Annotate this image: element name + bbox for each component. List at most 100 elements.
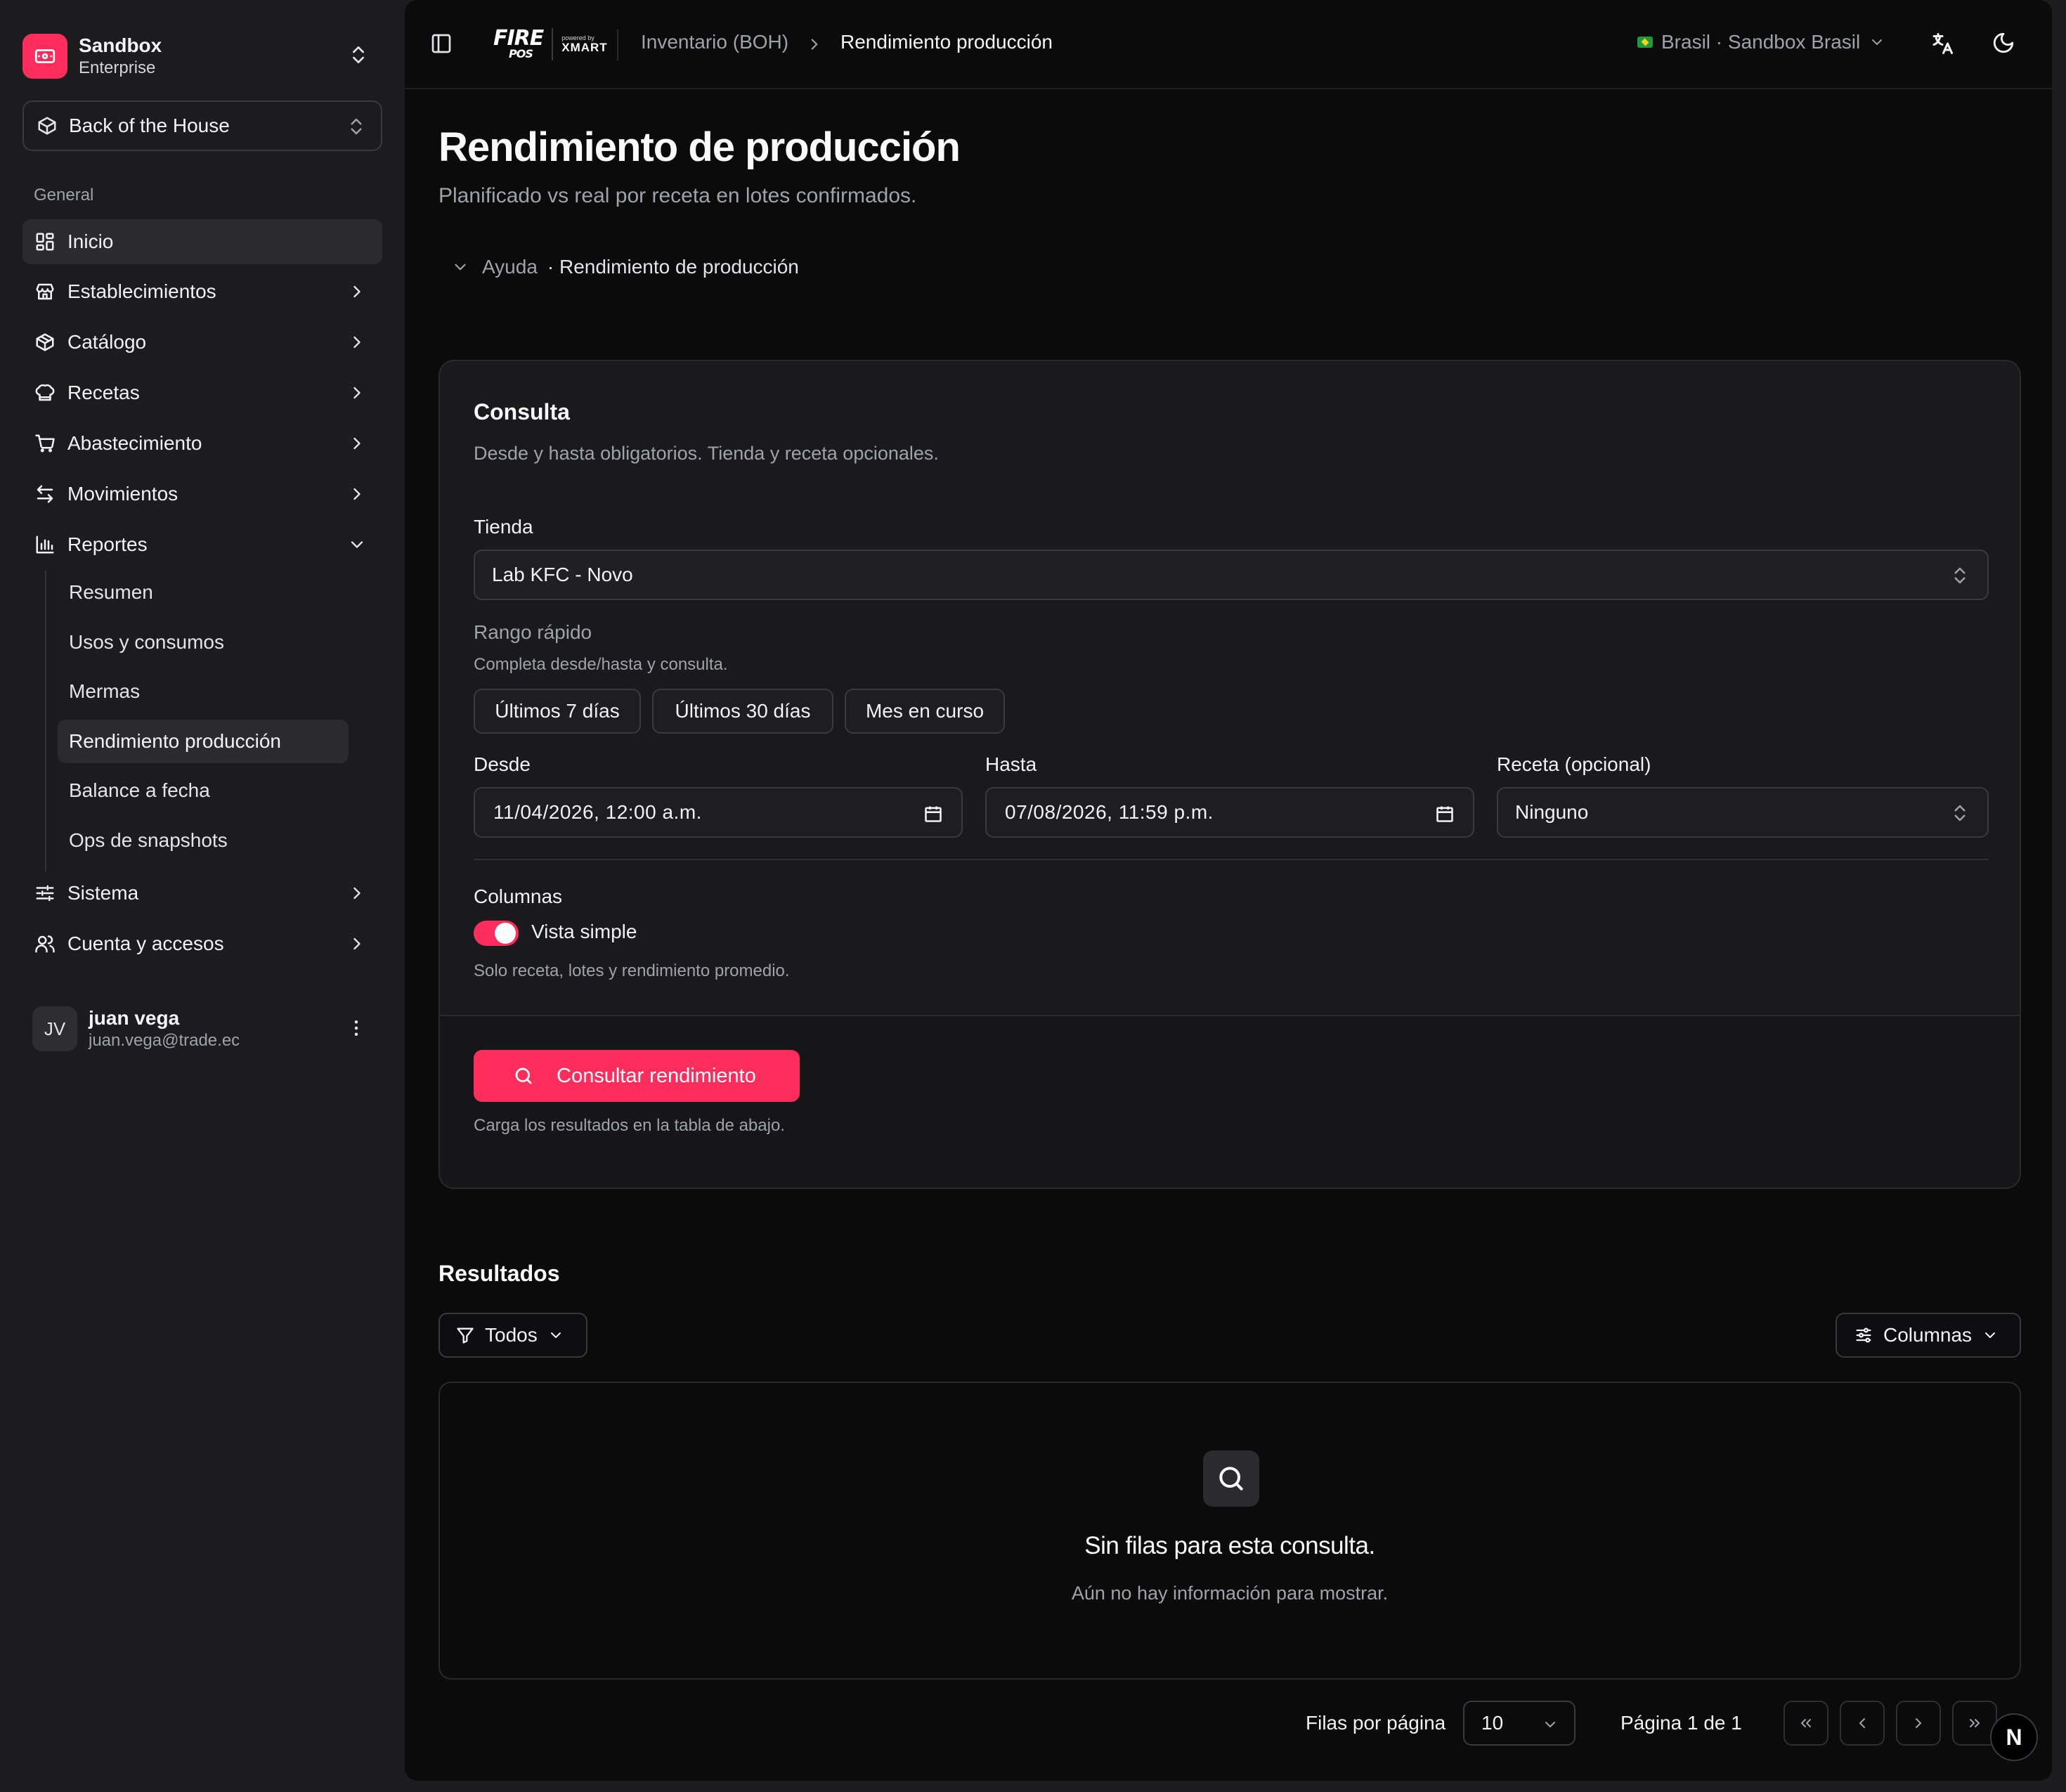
users-icon [34, 933, 56, 955]
first-page-button[interactable] [1784, 1701, 1828, 1746]
results-empty-state: Sin filas para esta consulta. Aún no hay… [438, 1382, 2021, 1680]
sidebar-item-inicio[interactable]: Inicio [22, 219, 382, 264]
submit-query-button[interactable]: Consultar rendimiento [474, 1050, 800, 1102]
brazil-flag-icon [1637, 37, 1653, 48]
chevron-right-icon [347, 934, 367, 954]
range-chip-current-month[interactable]: Mes en curso [845, 689, 1005, 734]
sidebar-item-movimientos[interactable]: Movimientos [22, 472, 382, 517]
calendar-icon[interactable] [1435, 804, 1455, 824]
sidebar-subitem-usos-consumos[interactable]: Usos y consumos [58, 621, 349, 664]
search-icon [1203, 1450, 1259, 1507]
next-page-button[interactable] [1896, 1701, 1941, 1746]
chevron-right-icon [1910, 1715, 1927, 1732]
filter-label: Todos [485, 1324, 538, 1346]
sidebar-subitem-ops-snapshots[interactable]: Ops de snapshots [58, 819, 349, 862]
query-card: Consulta Desde y hasta obligatorios. Tie… [438, 360, 2021, 1189]
empty-subtitle: Aún no hay información para mostrar. [1071, 1583, 1389, 1604]
page-info: Página 1 de 1 [1620, 1712, 1742, 1734]
results-title: Resultados [438, 1261, 560, 1286]
sidebar-item-label: Catálogo [67, 331, 147, 353]
store-select[interactable]: Lab KFC - Novo [474, 550, 1989, 600]
chevron-down-icon [1982, 1327, 1999, 1344]
dev-tools-badge[interactable]: N [1990, 1713, 2038, 1761]
to-date-value: 07/08/2026, 11:59 p.m. [1005, 801, 1214, 823]
simple-view-toggle[interactable] [474, 921, 519, 946]
sidebar-item-establecimientos[interactable]: Establecimientos [22, 269, 382, 314]
quick-range-hint: Completa desde/hasta y consulta. [474, 655, 728, 674]
sidebar-item-cuenta-accesos[interactable]: Cuenta y accesos [22, 921, 382, 966]
org-switcher[interactable]: Sandbox Enterprise [22, 28, 381, 84]
card-divider [474, 859, 1989, 860]
to-label: Hasta [985, 753, 1037, 775]
chevron-left-icon [1854, 1715, 1871, 1732]
chevron-right-icon [347, 332, 367, 352]
chevrons-up-down-icon [346, 116, 367, 137]
page-subtitle: Planificado vs real por receta en lotes … [438, 184, 917, 207]
sidebar-subitem-mermas[interactable]: Mermas [58, 670, 349, 713]
breadcrumb-parent[interactable]: Inventario (BOH) [641, 31, 788, 53]
from-date-input[interactable]: 11/04/2026, 12:00 a.m. [474, 787, 963, 838]
brand-logo: FIRE POS powered by XMART [493, 21, 608, 67]
sidebar-item-label: Establecimientos [67, 280, 216, 302]
help-toggle[interactable]: Ayuda · Rendimiento de producción [451, 256, 799, 278]
sidebar-item-label: Inicio [67, 231, 114, 252]
chevrons-up-down-icon [1949, 803, 1970, 824]
sidebar-item-sistema[interactable]: Sistema [22, 871, 382, 916]
search-icon [513, 1065, 534, 1086]
sidebar-item-label: Sistema [67, 882, 139, 904]
to-date-input[interactable]: 07/08/2026, 11:59 p.m. [985, 787, 1474, 838]
empty-title: Sin filas para esta consulta. [1084, 1532, 1375, 1559]
org-name: Sandbox [79, 34, 162, 56]
translate-icon[interactable] [1930, 31, 1955, 56]
range-chip-7-days[interactable]: Últimos 7 días [474, 689, 641, 734]
topbar: FIRE POS powered by XMART Inventario (BO… [405, 0, 2052, 89]
cart-icon [34, 432, 56, 455]
range-chip-30-days[interactable]: Últimos 30 días [652, 689, 833, 734]
user-menu[interactable]: JV juan vega juan.vega@trade.ec [22, 1002, 382, 1056]
chevron-right-icon [805, 35, 824, 53]
columns-button-label: Columnas [1883, 1324, 1973, 1346]
sidebar-item-reportes[interactable]: Reportes [22, 522, 382, 567]
from-label: Desde [474, 753, 531, 775]
module-select[interactable]: Back of the House [22, 100, 382, 151]
recipe-select-value: Ninguno [1515, 801, 1589, 823]
chevron-down-icon [451, 258, 469, 276]
sidebar-item-recetas[interactable]: Recetas [22, 370, 382, 415]
moon-icon[interactable] [1992, 31, 2015, 55]
sidebar: Sandbox Enterprise Back of the House Gen… [0, 0, 405, 1792]
chef-hat-icon [34, 382, 56, 404]
rows-per-page-label: Filas por página [1306, 1712, 1446, 1734]
sidebar-item-abastecimiento[interactable]: Abastecimiento [22, 421, 382, 466]
chevron-down-icon [547, 1327, 564, 1344]
from-date-value: 11/04/2026, 12:00 a.m. [493, 801, 702, 823]
store-label: Tienda [474, 516, 533, 538]
brand-partner: XMART [561, 41, 608, 54]
region-selector[interactable]: Brasil · Sandbox Brasil [1637, 31, 1885, 53]
chevrons-up-down-icon [347, 44, 370, 66]
query-card-footer: Consultar rendimiento Carga los resultad… [440, 1015, 2020, 1188]
columns-button[interactable]: Columnas [1836, 1313, 2021, 1358]
sidebar-toggle-icon[interactable] [430, 32, 453, 55]
help-label: Ayuda [482, 256, 538, 278]
help-topic: · Rendimiento de producción [547, 256, 799, 278]
region-label: Brasil · Sandbox Brasil [1661, 31, 1861, 53]
sidebar-item-label: Movimientos [67, 483, 178, 505]
chevron-down-icon [347, 535, 367, 554]
recipe-select[interactable]: Ninguno [1497, 787, 1989, 838]
sidebar-item-catalogo[interactable]: Catálogo [22, 320, 382, 365]
box-icon [37, 115, 58, 136]
page-title: Rendimiento de producción [438, 124, 961, 170]
ticket-icon [22, 34, 67, 79]
sidebar-subitem-resumen[interactable]: Resumen [58, 571, 349, 614]
submenu-guide-line [45, 571, 46, 871]
sidebar-subitem-balance-fecha[interactable]: Balance a fecha [58, 769, 349, 812]
rows-per-page-value: 10 [1481, 1712, 1504, 1734]
query-description: Desde y hasta obligatorios. Tienda y rec… [474, 443, 939, 464]
calendar-icon[interactable] [923, 804, 943, 824]
rows-per-page-select[interactable]: 10 [1463, 1701, 1576, 1746]
sidebar-item-label: Reportes [67, 533, 148, 555]
sidebar-subitem-rendimiento-produccion[interactable]: Rendimiento producción [58, 720, 349, 763]
prev-page-button[interactable] [1840, 1701, 1885, 1746]
filter-button[interactable]: Todos [438, 1313, 587, 1358]
more-vertical-icon[interactable] [346, 1018, 367, 1039]
